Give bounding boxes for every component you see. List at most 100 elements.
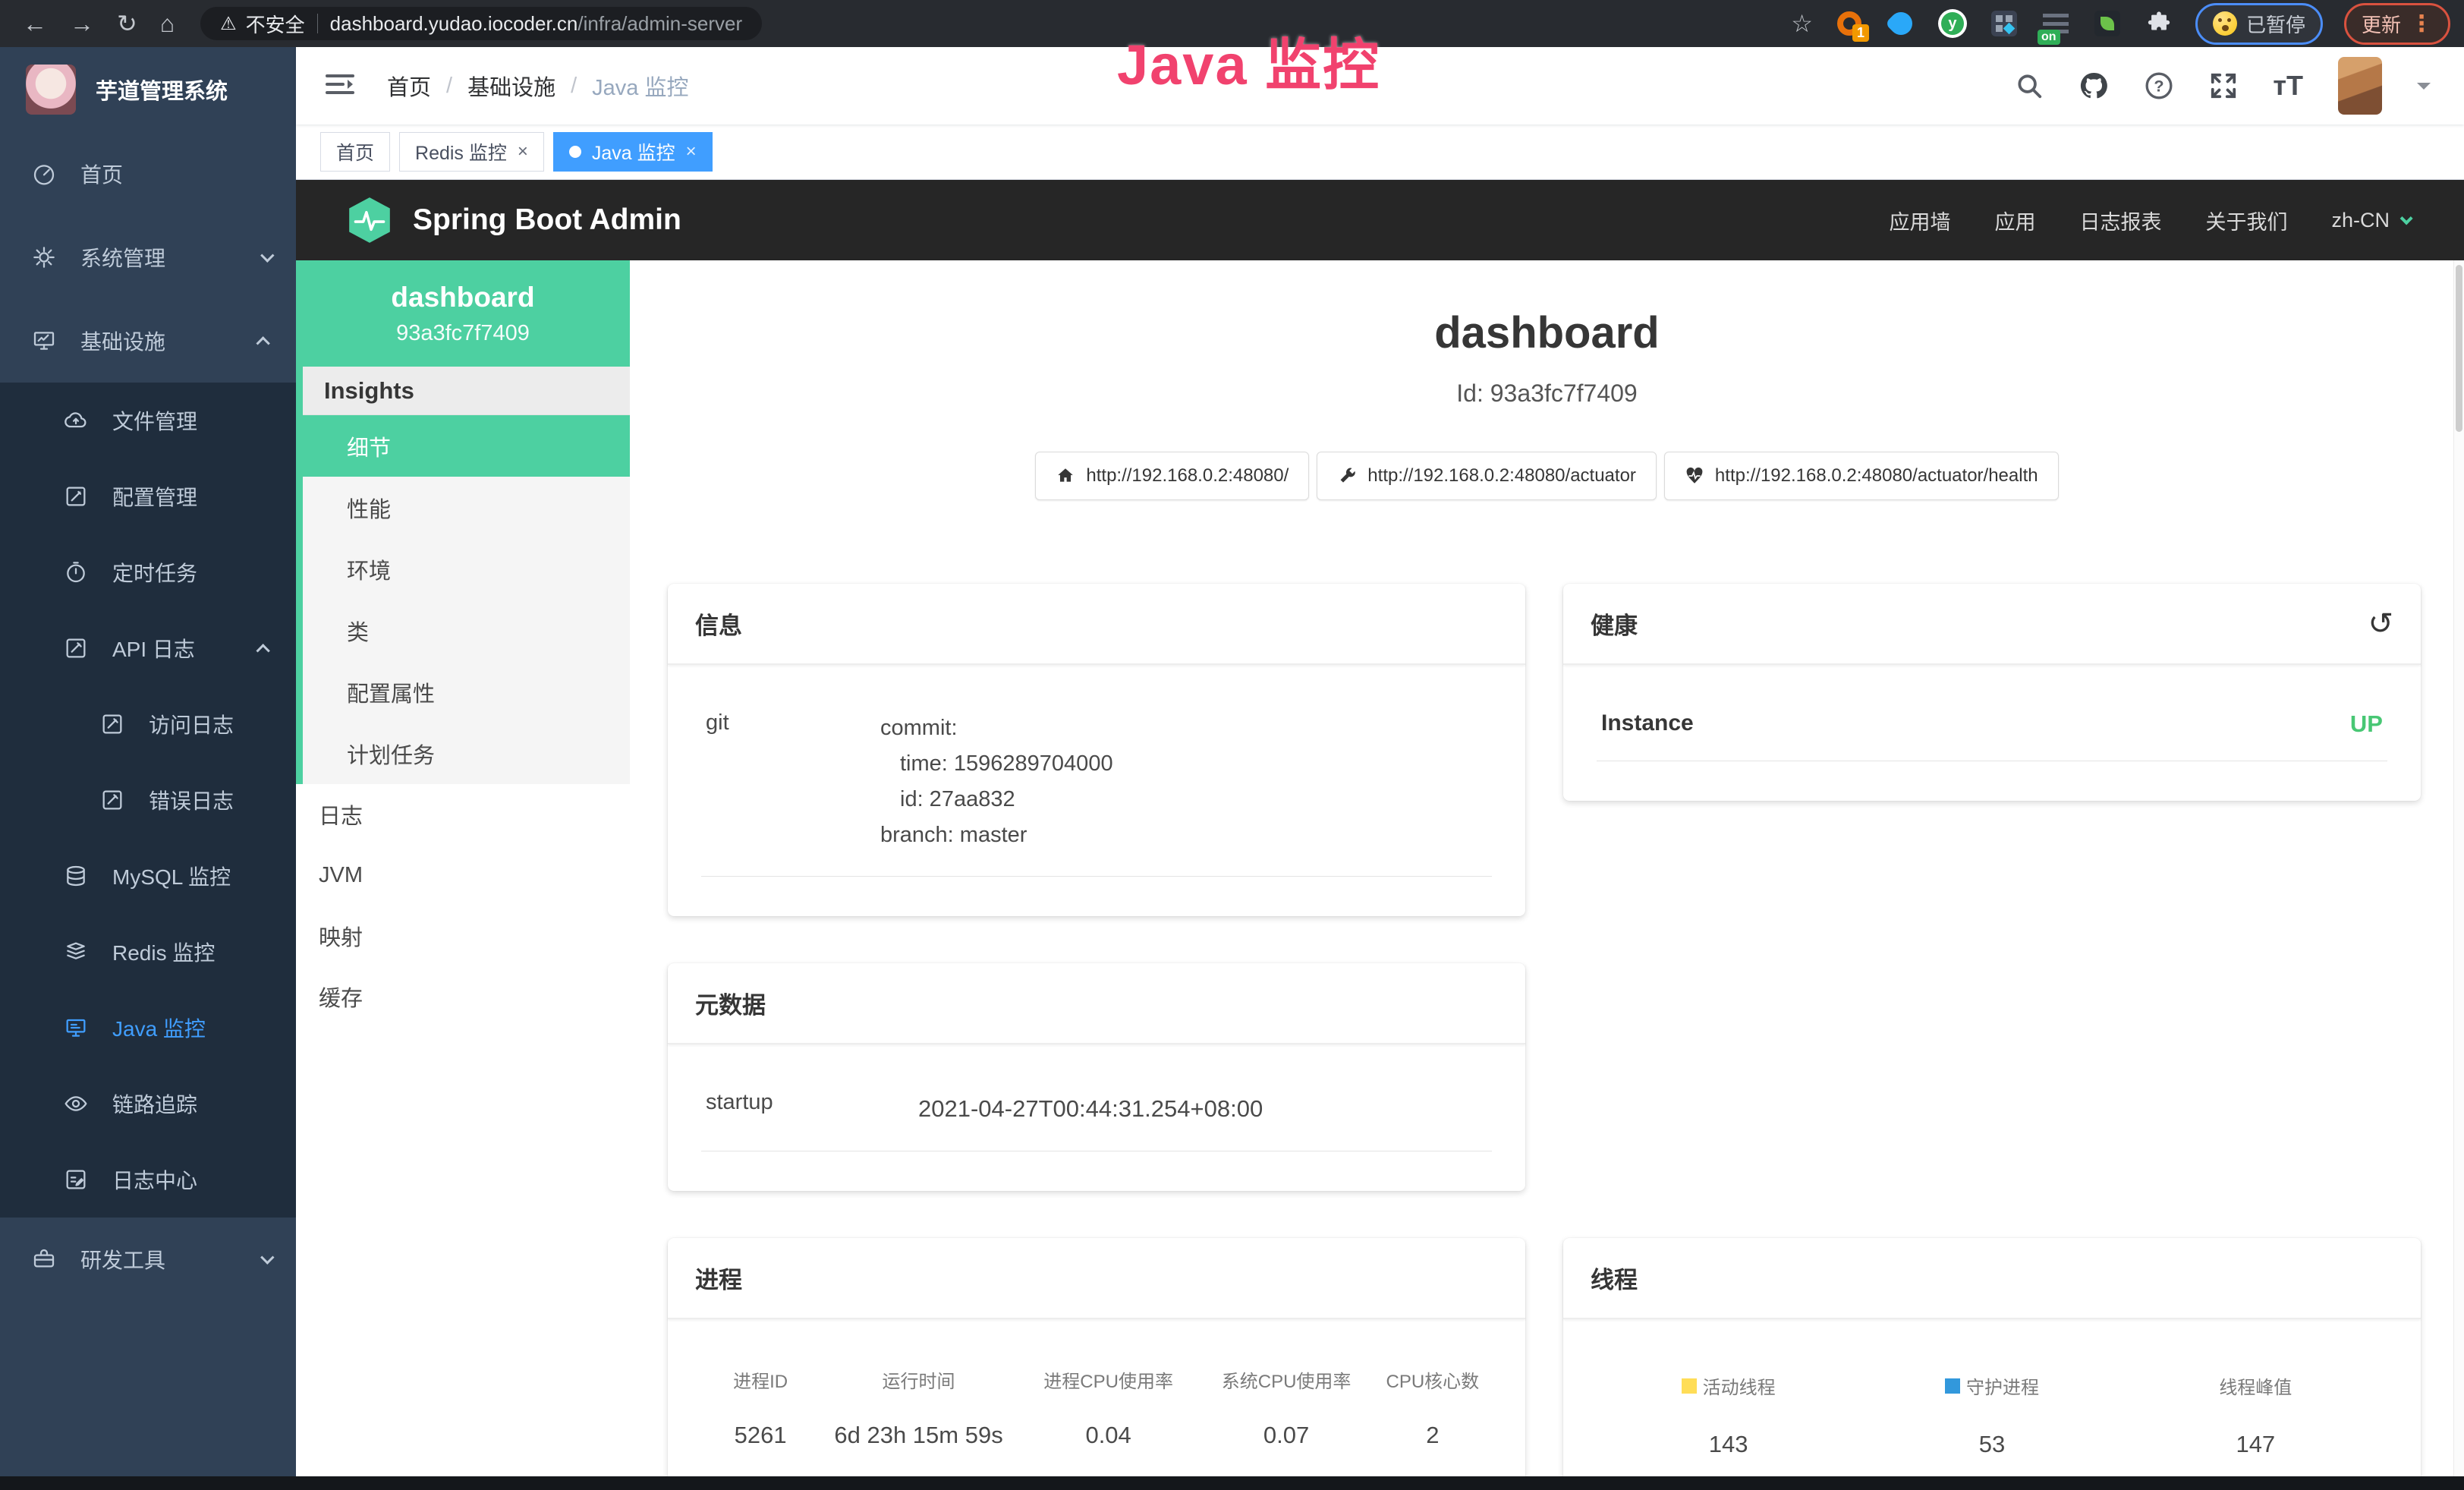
url-path[interactable]: /infra/admin-server	[577, 12, 742, 36]
close-tab-icon[interactable]: ×	[518, 143, 528, 161]
sidebar-item-mysql[interactable]: MySQL 监控	[0, 838, 296, 914]
browser-menu-icon[interactable]: ⋮	[2410, 11, 2433, 37]
hamburger-icon[interactable]	[325, 71, 355, 101]
emoji-face-icon	[2213, 11, 2237, 36]
menu-item-scheduled-tasks[interactable]: 计划任务	[303, 723, 630, 784]
info-key: git	[706, 710, 880, 853]
sidebar-item-file[interactable]: 文件管理	[0, 383, 296, 458]
extension-grid-icon[interactable]	[1989, 8, 2019, 39]
tab-redis-monitor[interactable]: Redis 监控 ×	[399, 132, 544, 172]
menu-item-caches[interactable]: 缓存	[296, 966, 630, 1027]
insights-block: Insights 细节 性能 环境 类 配置属性 计划任务	[296, 367, 630, 784]
card-title: 线程	[1591, 1261, 1638, 1295]
sba-link-wallboard[interactable]: 应用墙	[1889, 206, 1950, 235]
chevron-down-icon	[260, 1250, 274, 1264]
reload-icon[interactable]: ↻	[117, 9, 137, 38]
sidebar-item-apilog[interactable]: API 日志	[0, 610, 296, 686]
instance-header[interactable]: dashboard 93a3fc7f7409	[296, 260, 630, 367]
fullscreen-icon[interactable]	[2209, 71, 2238, 100]
log-edit-icon	[100, 712, 124, 736]
sidebar-logo-row[interactable]: 芋道管理系统	[0, 47, 296, 132]
menu-item-logs[interactable]: 日志	[296, 784, 630, 845]
breadcrumb-item[interactable]: 基础设施	[467, 70, 555, 102]
stat-value: 0.07	[1199, 1422, 1373, 1449]
font-size-icon[interactable]: тT	[2273, 70, 2303, 102]
paused-extension-pill[interactable]: 已暂停	[2195, 3, 2323, 45]
user-avatar[interactable]	[2338, 57, 2382, 115]
health-card: 健康 ↺ Instance UP	[1563, 584, 2421, 801]
sidebar-item-system[interactable]: 系统管理	[0, 216, 296, 299]
metadata-card: 元数据 startup 2021-04-27T00:44:31.254+08:0…	[668, 963, 1525, 1191]
sidebar-item-label: 访问日志	[149, 709, 234, 739]
sba-link-applications[interactable]: 应用	[1994, 206, 2035, 235]
not-secure-warning-icon[interactable]: ⚠	[220, 13, 237, 35]
page-scrollbar[interactable]	[2453, 260, 2464, 1476]
briefcase-icon	[32, 1247, 56, 1271]
extension-leaf-icon[interactable]	[2092, 8, 2123, 39]
breadcrumb-item[interactable]: 首页	[387, 70, 431, 102]
menu-item-metrics[interactable]: 性能	[303, 477, 630, 538]
sba-body: dashboard 93a3fc7f7409 Insights 细节 性能 环境…	[296, 260, 2464, 1476]
github-icon[interactable]	[2079, 71, 2109, 101]
back-icon[interactable]: ←	[23, 10, 47, 38]
extension-orange-icon[interactable]: 1	[1834, 8, 1865, 39]
menu-item-mappings[interactable]: 映射	[296, 906, 630, 966]
sba-link-about[interactable]: 关于我们	[2205, 206, 2287, 235]
card-title: 健康	[1591, 606, 1638, 641]
avatar-caret-icon[interactable]	[2417, 83, 2431, 96]
locale-select[interactable]: zh-CN	[2331, 209, 2409, 232]
menu-item-classes[interactable]: 类	[303, 600, 630, 661]
sidebar-item-logcenter[interactable]: 日志中心	[0, 1142, 296, 1218]
sba-nav-links: 应用墙 应用 日志报表 关于我们 zh-CN	[1889, 206, 2409, 235]
home-icon[interactable]: ⌂	[160, 10, 175, 38]
chevron-up-icon	[256, 644, 269, 657]
bookmark-star-icon[interactable]: ☆	[1791, 9, 1813, 38]
sidebar-item-java[interactable]: Java 监控	[0, 990, 296, 1066]
sidebar-item-devtool[interactable]: 研发工具	[0, 1218, 296, 1301]
extensions-puzzle-icon[interactable]	[2144, 8, 2174, 39]
service-url: http://192.168.0.2:48080/	[1086, 465, 1289, 487]
sidebar-item-config[interactable]: 配置管理	[0, 458, 296, 534]
service-url-button[interactable]: http://192.168.0.2:48080/	[1035, 452, 1309, 500]
tab-java-monitor[interactable]: Java 监控 ×	[553, 132, 713, 172]
extension-drop-icon[interactable]	[1886, 8, 1916, 39]
legend-label: 守护进程	[1945, 1372, 2039, 1399]
health-url-button[interactable]: http://192.168.0.2:48080/actuator/health	[1664, 452, 2059, 500]
process-card: 进程 进程ID 5261 运行时间	[668, 1238, 1525, 1476]
chrome-update-button[interactable]: 更新 ⋮	[2344, 3, 2450, 45]
menu-item-jvm[interactable]: JVM	[296, 845, 630, 906]
extension-proxy-icon[interactable]: on	[2041, 8, 2071, 39]
search-icon[interactable]	[2015, 71, 2044, 100]
scrollbar-thumb[interactable]	[2456, 265, 2462, 432]
history-icon[interactable]: ↺	[2368, 609, 2393, 639]
extension-y-icon[interactable]: y	[1937, 8, 1968, 39]
menu-item-config-props[interactable]: 配置属性	[303, 661, 630, 723]
timer-icon	[64, 560, 88, 584]
sidebar-item-home[interactable]: 首页	[0, 132, 296, 216]
address-bar[interactable]: ⚠ 不安全 dashboard.yudao.iocoder.cn/infra/a…	[200, 7, 762, 40]
svg-text:?: ?	[2154, 77, 2164, 96]
close-tab-icon[interactable]: ×	[686, 143, 697, 161]
sidebar-item-errorlog[interactable]: 错误日志	[0, 762, 296, 838]
sidebar-item-job[interactable]: 定时任务	[0, 534, 296, 610]
tab-home[interactable]: 首页	[320, 132, 390, 172]
health-row-instance[interactable]: Instance UP	[1597, 691, 2387, 761]
help-icon[interactable]: ?	[2144, 71, 2174, 101]
sba-link-journal[interactable]: 日志报表	[2079, 206, 2161, 235]
sidebar-item-label: 定时任务	[112, 557, 197, 587]
metadata-row-startup: startup 2021-04-27T00:44:31.254+08:00	[701, 1070, 1492, 1151]
url-host[interactable]: dashboard.yudao.iocoder.cn	[330, 12, 578, 36]
forward-icon[interactable]: →	[70, 10, 94, 38]
sidebar-item-accesslog[interactable]: 访问日志	[0, 686, 296, 762]
menu-item-environment[interactable]: 环境	[303, 538, 630, 600]
sidebar-item-infra[interactable]: 基础设施	[0, 299, 296, 383]
security-label[interactable]: 不安全	[246, 10, 305, 38]
main-column: 首页 / 基础设施 / Java 监控 ? тT	[296, 47, 2464, 1476]
legend-peak-threads: 线程峰值 147	[2124, 1372, 2387, 1458]
actuator-url-button[interactable]: http://192.168.0.2:48080/actuator	[1317, 452, 1657, 500]
sidebar-item-redis[interactable]: Redis 监控	[0, 914, 296, 990]
sidebar-item-trace[interactable]: 链路追踪	[0, 1066, 296, 1142]
menu-item-details[interactable]: 细节	[303, 415, 630, 477]
stat-label: 进程CPU使用率	[1018, 1366, 1200, 1393]
sba-brand[interactable]: Spring Boot Admin	[345, 195, 681, 245]
